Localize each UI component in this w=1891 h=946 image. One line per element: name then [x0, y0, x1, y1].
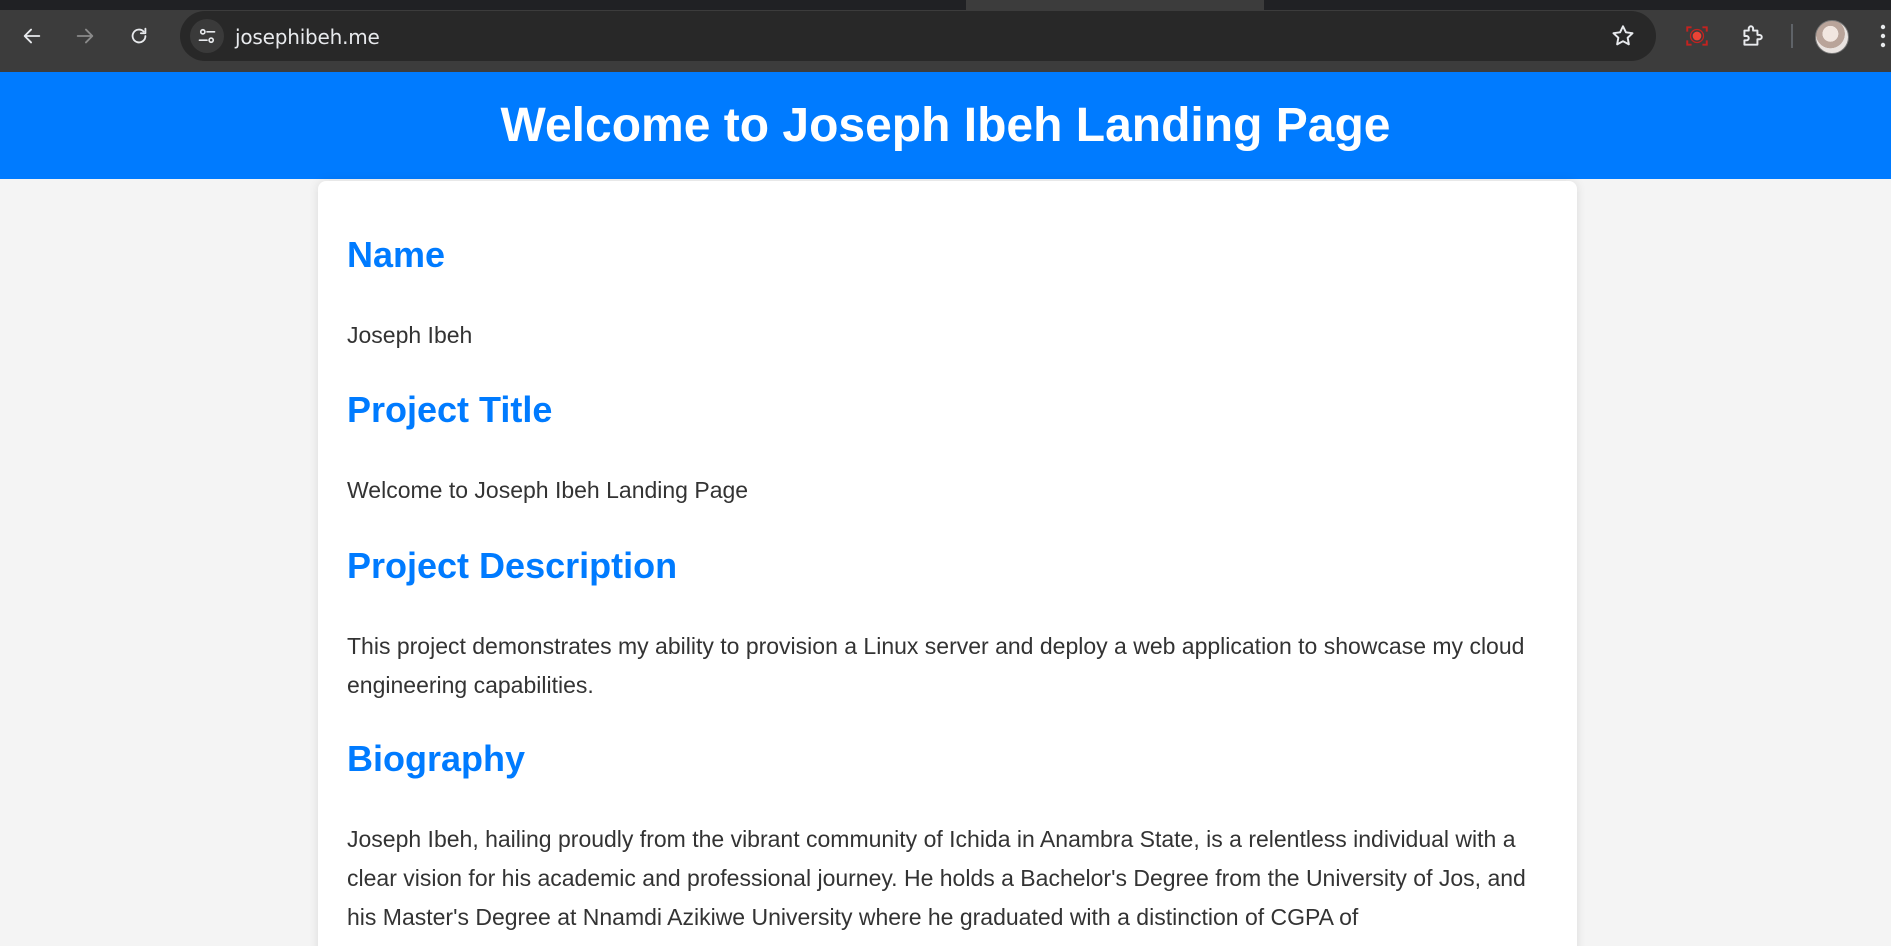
screen-record-button[interactable] — [1680, 19, 1714, 53]
section-text-biography: Joseph Ibeh, hailing proudly from the vi… — [347, 826, 1526, 930]
section-text-project-title: Welcome to Joseph Ibeh Landing Page — [347, 477, 749, 503]
reload-icon — [131, 27, 147, 44]
section-text-name: Joseph Ibeh — [347, 322, 473, 348]
active-tab-edge[interactable] — [966, 0, 1264, 10]
arrow-right-icon — [76, 28, 94, 44]
url-text[interactable]: josephibeh.me — [235, 25, 380, 49]
section-heading-name: Name — [347, 234, 446, 275]
puzzle-icon — [1743, 25, 1763, 46]
more-vert-icon[interactable] — [1878, 22, 1888, 50]
section-heading-biography: Biography — [347, 738, 526, 779]
browser-toolbar: josephibeh.me — [0, 0, 1891, 72]
back-button[interactable] — [15, 19, 49, 53]
hero-header: Welcome to Joseph Ibeh Landing Page — [0, 72, 1891, 179]
star-icon[interactable] — [1610, 23, 1636, 49]
tune-icon — [198, 28, 216, 44]
section-heading-project-description: Project Description — [347, 545, 678, 586]
content-card: Name Joseph Ibeh Project Title Welcome t… — [318, 181, 1577, 946]
extensions-button[interactable] — [1735, 19, 1769, 53]
section-text-project-description: This project demonstrates my ability to … — [347, 633, 1525, 698]
toolbar-separator — [1791, 24, 1793, 48]
address-bar[interactable]: josephibeh.me — [180, 11, 1656, 61]
record-icon — [1686, 26, 1708, 46]
arrow-left-icon — [23, 28, 41, 44]
page-title: Welcome to Joseph Ibeh Landing Page — [500, 99, 1391, 152]
reload-button[interactable] — [122, 19, 156, 53]
site-info-button[interactable] — [190, 19, 224, 53]
tab-strip — [0, 0, 1891, 10]
section-heading-project-title: Project Title — [347, 389, 553, 430]
forward-button[interactable] — [68, 19, 102, 53]
avatar[interactable] — [1815, 20, 1849, 54]
page-viewport: Welcome to Joseph Ibeh Landing Page Name… — [0, 72, 1891, 946]
